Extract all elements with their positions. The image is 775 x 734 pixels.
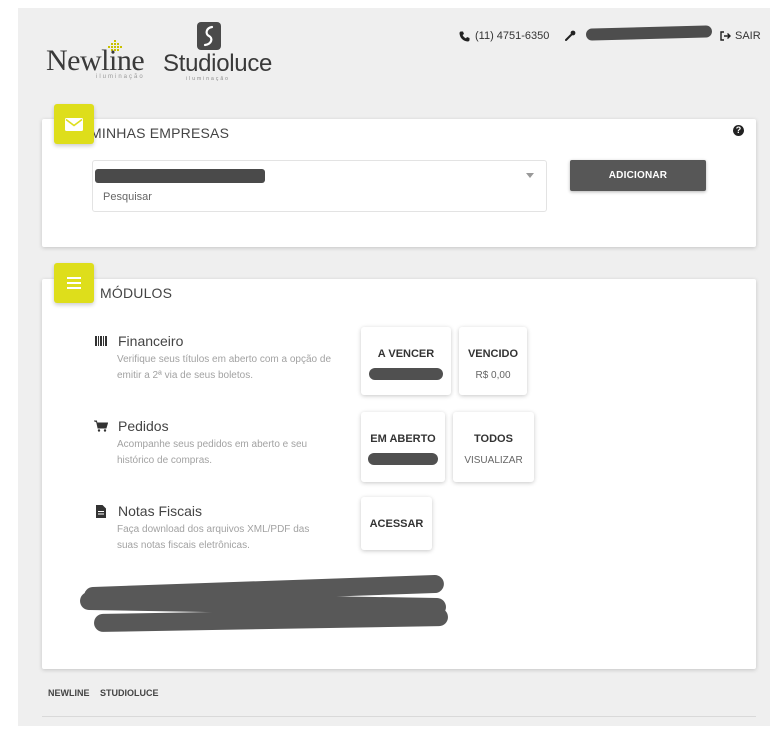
- user-name-redacted: [580, 24, 713, 41]
- studioluce-logo-mark: [197, 22, 221, 50]
- tile-vencido-value: R$ 0,00: [475, 370, 511, 381]
- logout-icon: [720, 31, 731, 41]
- tile-a-vencer-value-redacted: [369, 368, 443, 380]
- header-user[interactable]: [565, 24, 713, 41]
- add-company-button[interactable]: ADICIONAR: [570, 160, 706, 191]
- newline-logo-subtext: iluminação: [96, 74, 145, 80]
- tile-a-vencer-label: A VENCER: [377, 348, 435, 360]
- companies-card-title: MINHAS EMPRESAS: [90, 125, 230, 141]
- module-financeiro-description: Verifique seus títulos em aberto com a o…: [117, 354, 332, 381]
- cart-icon: [94, 420, 108, 432]
- help-icon[interactable]: ?: [733, 125, 744, 136]
- newline-logo-text: Newline: [46, 44, 145, 77]
- phone-icon: [459, 31, 470, 41]
- footer-divider: [42, 716, 756, 717]
- footer-link-newline[interactable]: NEWLINE: [48, 688, 90, 698]
- companies-card: MINHAS EMPRESAS ? Pesquisar ADICIONAR: [42, 119, 756, 247]
- redaction-mark: [93, 607, 449, 633]
- tile-todos-label: TODOS: [474, 433, 513, 445]
- modules-card-title: MÓDULOS: [100, 285, 173, 301]
- modules-card: MÓDULOS Financeiro Verifique seus título…: [42, 279, 756, 669]
- menu-icon: [67, 277, 81, 289]
- module-pedidos-description: Acompanhe seus pedidos em aberto e seu h…: [117, 439, 308, 466]
- selected-company-redacted: [95, 169, 265, 183]
- module-financeiro-title: Financeiro: [118, 333, 184, 349]
- module-financeiro: Financeiro Verifique seus títulos em abe…: [94, 333, 344, 384]
- tile-todos[interactable]: TODOS VISUALIZAR: [453, 412, 534, 482]
- envelope-icon: [65, 117, 83, 131]
- tile-em-aberto-value-redacted: [368, 453, 438, 465]
- document-icon: [94, 504, 108, 518]
- modules-card-badge: [54, 263, 94, 303]
- module-redacted: [79, 574, 450, 637]
- tile-em-aberto[interactable]: EM ABERTO: [361, 412, 445, 482]
- module-notas-fiscais: Notas Fiscais Faça download dos arquivos…: [94, 503, 344, 554]
- module-pedidos: Pedidos Acompanhe seus pedidos em aberto…: [94, 418, 344, 469]
- header-phone: (11) 4751-6350: [459, 30, 549, 42]
- logout-label: SAIR: [735, 30, 761, 42]
- chevron-down-icon[interactable]: [526, 173, 534, 178]
- tile-vencido[interactable]: VENCIDO R$ 0,00: [459, 327, 527, 395]
- studioluce-logo-subtext: iluminação: [186, 76, 230, 82]
- module-notas-fiscais-title: Notas Fiscais: [118, 503, 203, 519]
- tile-acessar[interactable]: ACESSAR: [361, 497, 432, 550]
- redaction-mark: [585, 24, 713, 41]
- tile-vencido-label: VENCIDO: [467, 348, 519, 360]
- studioluce-logo-text: Studioluce: [163, 50, 273, 77]
- company-select[interactable]: Pesquisar: [92, 160, 547, 212]
- tile-a-vencer[interactable]: A VENCER: [361, 327, 451, 395]
- module-pedidos-title: Pedidos: [118, 418, 169, 434]
- module-notas-fiscais-description: Faça download dos arquivos XML/PDF das s…: [117, 524, 310, 551]
- companies-card-badge: [54, 104, 94, 144]
- phone-number: (11) 4751-6350: [475, 30, 550, 42]
- wrench-icon: [565, 30, 576, 41]
- company-search-input[interactable]: Pesquisar: [103, 191, 152, 203]
- tile-acessar-label: ACESSAR: [369, 518, 424, 530]
- tile-todos-action: VISUALIZAR: [464, 455, 523, 466]
- logout-link[interactable]: SAIR: [720, 30, 761, 42]
- footer-link-studioluce[interactable]: STUDIOLUCE: [100, 688, 159, 698]
- tile-em-aberto-label: EM ABERTO: [370, 433, 436, 445]
- barcode-icon: [94, 336, 108, 346]
